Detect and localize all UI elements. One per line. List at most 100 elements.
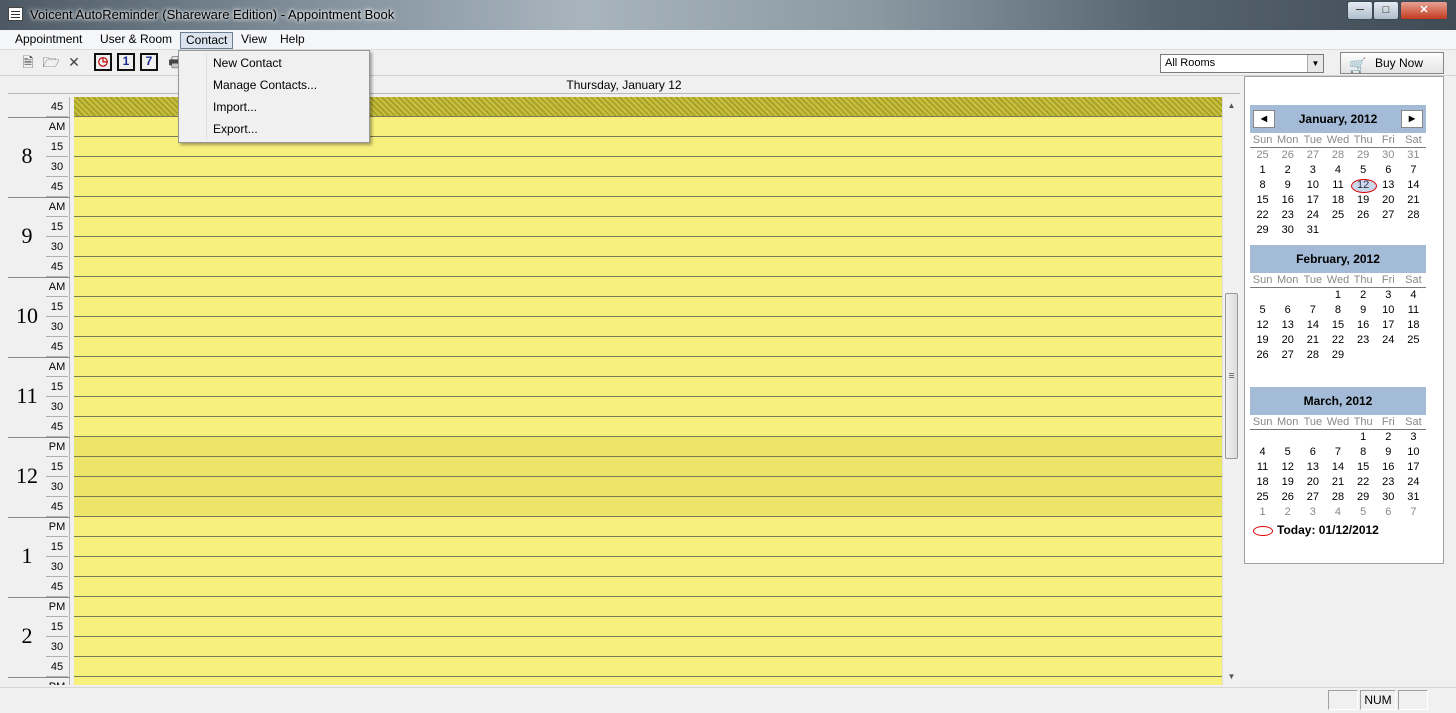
calendar-day[interactable]: 24 [1300, 208, 1325, 223]
calendar-day[interactable]: 16 [1376, 460, 1401, 475]
time-slot[interactable] [74, 377, 1222, 397]
calendar-day[interactable]: 1 [1351, 430, 1376, 445]
calendar-day[interactable]: 14 [1300, 318, 1325, 333]
rooms-select[interactable]: All Rooms ▼ [1160, 54, 1324, 73]
time-slot[interactable] [74, 477, 1222, 497]
calendar-day[interactable]: 26 [1275, 148, 1300, 163]
calendar-day[interactable]: 27 [1300, 148, 1325, 163]
calendar-day[interactable]: 31 [1300, 223, 1325, 238]
calendar-day[interactable]: 6 [1300, 445, 1325, 460]
chevron-down-icon[interactable]: ▼ [1307, 55, 1323, 72]
today-link[interactable]: Today: 01/12/2012 [1253, 523, 1379, 537]
open-folder-icon[interactable]: 🗁 [42, 53, 60, 71]
calendar-day[interactable]: 7 [1401, 163, 1426, 178]
calendar-day[interactable]: 5 [1250, 303, 1275, 318]
calendar-day[interactable]: 4 [1250, 445, 1275, 460]
time-slot[interactable] [74, 437, 1222, 457]
calendar-day-selected[interactable]: 12 [1350, 178, 1377, 193]
calendar-day[interactable]: 30 [1275, 223, 1300, 238]
time-slot[interactable] [74, 157, 1222, 177]
calendar-day[interactable]: 29 [1351, 490, 1376, 505]
time-slot[interactable] [74, 317, 1222, 337]
time-slot[interactable] [74, 557, 1222, 577]
calendar-day[interactable]: 23 [1351, 333, 1376, 348]
calendar-day[interactable]: 14 [1325, 460, 1350, 475]
delete-icon[interactable]: ✕ [65, 53, 83, 71]
calendar-day[interactable]: 26 [1351, 208, 1376, 223]
previous-month-icon[interactable]: ◀ [1253, 110, 1275, 128]
minimize-button[interactable]: ─ [1347, 1, 1373, 20]
calendar-day[interactable]: 21 [1300, 333, 1325, 348]
time-slot[interactable] [74, 397, 1222, 417]
menu-appointment[interactable]: Appointment [10, 32, 87, 49]
calendar-day[interactable]: 7 [1300, 303, 1325, 318]
calendar-day[interactable]: 11 [1401, 303, 1426, 318]
calendar-day[interactable]: 2 [1376, 430, 1401, 445]
calendar-day[interactable]: 28 [1300, 348, 1325, 363]
calendar-day[interactable]: 6 [1376, 505, 1401, 520]
calendar-day[interactable]: 26 [1250, 348, 1275, 363]
calendar-day[interactable]: 2 [1275, 505, 1300, 520]
calendar-day[interactable]: 13 [1275, 318, 1300, 333]
week-view-icon[interactable]: 7 [140, 53, 158, 71]
calendar-day[interactable]: 20 [1300, 475, 1325, 490]
calendar-day[interactable]: 17 [1401, 460, 1426, 475]
calendar-day[interactable]: 7 [1401, 505, 1426, 520]
scroll-thumb[interactable] [1225, 293, 1238, 459]
menu-user-room[interactable]: User & Room [95, 32, 177, 49]
menu-item-manage-contacts[interactable]: Manage Contacts... [213, 78, 317, 92]
calendar-day[interactable]: 25 [1250, 490, 1275, 505]
today-view-icon[interactable]: ◷ [94, 53, 112, 71]
calendar-day[interactable]: 21 [1325, 475, 1350, 490]
calendar-day[interactable]: 9 [1275, 178, 1300, 193]
calendar-day[interactable]: 9 [1376, 445, 1401, 460]
calendar-day[interactable]: 6 [1275, 303, 1300, 318]
calendar-day[interactable]: 20 [1275, 333, 1300, 348]
menu-item-export[interactable]: Export... [213, 122, 258, 136]
calendar-day[interactable]: 27 [1275, 348, 1300, 363]
scroll-down-icon[interactable]: ▼ [1223, 668, 1240, 685]
calendar-day[interactable]: 12 [1250, 318, 1275, 333]
calendar-day[interactable]: 5 [1351, 505, 1376, 520]
calendar-day[interactable]: 23 [1376, 475, 1401, 490]
calendar-day[interactable]: 5 [1351, 163, 1376, 178]
calendar-day[interactable]: 18 [1250, 475, 1275, 490]
calendar-day[interactable]: 22 [1325, 333, 1350, 348]
calendar-day[interactable]: 4 [1325, 163, 1350, 178]
time-slot[interactable] [74, 497, 1222, 517]
time-slot[interactable] [74, 637, 1222, 657]
calendar-day[interactable]: 13 [1376, 178, 1401, 193]
time-slot[interactable] [74, 577, 1222, 597]
calendar-day[interactable]: 1 [1250, 163, 1275, 178]
calendar-day[interactable]: 2 [1275, 163, 1300, 178]
menu-item-import[interactable]: Import... [213, 100, 257, 114]
calendar-day[interactable]: 27 [1300, 490, 1325, 505]
new-document-icon[interactable]: 🗎 [19, 53, 37, 71]
calendar-day[interactable]: 10 [1300, 178, 1325, 193]
calendar-day[interactable]: 24 [1376, 333, 1401, 348]
maximize-button[interactable]: □ [1373, 1, 1399, 20]
calendar-day[interactable]: 6 [1376, 163, 1401, 178]
time-slot[interactable] [74, 517, 1222, 537]
time-slot[interactable] [74, 617, 1222, 637]
calendar-day[interactable]: 8 [1351, 445, 1376, 460]
calendar-day[interactable]: 22 [1250, 208, 1275, 223]
calendar-day[interactable]: 4 [1401, 288, 1426, 303]
calendar-day[interactable]: 25 [1401, 333, 1426, 348]
calendar-day[interactable]: 1 [1325, 288, 1350, 303]
calendar-day[interactable]: 16 [1351, 318, 1376, 333]
calendar-day[interactable]: 29 [1325, 348, 1350, 363]
calendar-day[interactable]: 7 [1325, 445, 1350, 460]
calendar-day[interactable]: 18 [1401, 318, 1426, 333]
calendar-day[interactable]: 15 [1325, 318, 1350, 333]
calendar-day[interactable]: 29 [1250, 223, 1275, 238]
time-slot[interactable] [74, 337, 1222, 357]
app-icon[interactable] [8, 7, 23, 21]
menu-view[interactable]: View [236, 32, 272, 49]
appointment-grid[interactable] [74, 97, 1222, 685]
time-slot[interactable] [74, 357, 1222, 377]
calendar-day[interactable]: 26 [1275, 490, 1300, 505]
calendar-day[interactable]: 10 [1401, 445, 1426, 460]
time-slot[interactable] [74, 177, 1222, 197]
calendar-day[interactable]: 19 [1351, 193, 1376, 208]
